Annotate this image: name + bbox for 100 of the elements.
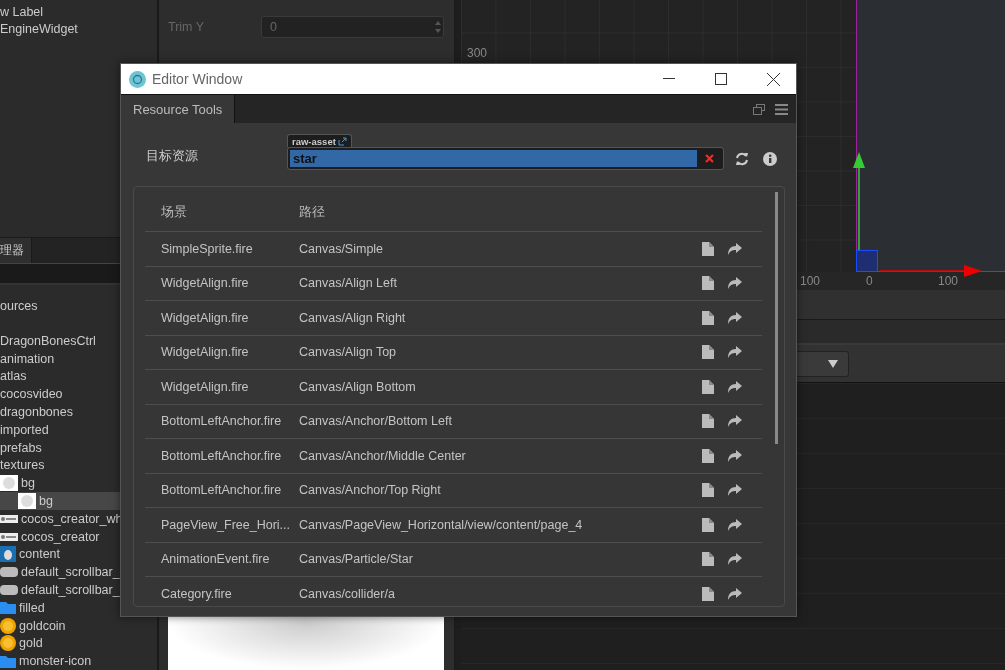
app-logo-icon <box>129 70 146 88</box>
asset-label: bg <box>39 493 53 508</box>
file-icon[interactable] <box>702 586 714 601</box>
asset-item[interactable]: goldcoin <box>0 616 157 635</box>
table-cell-text: Category.fire <box>161 586 233 601</box>
share-arrow-icon[interactable] <box>728 553 742 566</box>
field-label: 目标资源 <box>146 147 199 165</box>
asset-item[interactable]: content <box>0 545 157 564</box>
asset-label: bg <box>21 476 35 491</box>
coin-icon <box>0 617 16 634</box>
file-icon[interactable] <box>702 414 714 429</box>
asset-item[interactable]: bg <box>0 474 157 493</box>
table-cell-text: Canvas/Anchor/Top Right <box>299 483 442 498</box>
texture-thumbnail-icon <box>0 475 18 492</box>
x-axis-arrow[interactable] <box>880 264 982 278</box>
asset-label: imported <box>0 422 49 437</box>
table-cell-text: WidgetAlign.fire <box>161 345 250 360</box>
share-arrow-icon[interactable] <box>728 311 742 324</box>
scrollbar-thumbnail-icon <box>0 582 18 597</box>
minimize-icon[interactable] <box>663 78 675 80</box>
refresh-icon[interactable] <box>735 152 749 166</box>
table-cell-text: WidgetAlign.fire <box>161 310 250 325</box>
table-cell-text: Canvas/Align Right <box>299 310 407 325</box>
logo-thumbnail-icon <box>0 514 18 523</box>
asset-label: textures <box>0 458 45 473</box>
y-axis-arrow[interactable] <box>853 152 865 250</box>
asset-label: gold <box>19 636 43 651</box>
close-icon[interactable] <box>766 72 780 86</box>
info-icon[interactable] <box>763 152 777 166</box>
node-label[interactable]: w Label <box>0 4 157 21</box>
asset-item[interactable]: cocos_creator <box>0 527 157 546</box>
asset-label: monster-icon <box>19 654 92 669</box>
asset-label: content <box>19 547 60 562</box>
asset-label: animation <box>0 351 55 366</box>
panel-tab[interactable]: 理器 <box>0 238 32 264</box>
table-cell-text: Canvas/PageView_Horizontal/view/content/page_4 <box>299 517 584 532</box>
asset-label: ources <box>0 298 38 313</box>
table-cell-text: Canvas/Particle/Star <box>299 552 414 567</box>
share-arrow-icon[interactable] <box>728 518 742 531</box>
asset-label: cocos_creator <box>21 529 100 544</box>
file-icon[interactable] <box>702 310 714 325</box>
share-arrow-icon[interactable] <box>728 242 742 255</box>
share-arrow-icon[interactable] <box>728 277 742 290</box>
asset-label: filled <box>19 600 45 615</box>
table-cell-text: Canvas/Anchor/Bottom Left <box>299 414 453 429</box>
window-title: Editor Window <box>152 71 244 87</box>
image-thumbnail-icon <box>0 546 16 563</box>
file-icon[interactable] <box>702 517 714 532</box>
asset-item[interactable]: monster-icon <box>0 652 157 670</box>
table-cell-text: PageView_Free_Hori... <box>161 517 291 532</box>
share-arrow-icon[interactable] <box>728 346 742 359</box>
share-arrow-icon[interactable] <box>728 484 742 497</box>
table-cell-text: Canvas/Align Left <box>299 276 398 291</box>
asset-label: cocosvideo <box>0 387 63 402</box>
asset-type-tag[interactable]: raw-asset <box>287 134 352 147</box>
table-cell-text: BottomLeftAnchor.fire <box>161 483 283 498</box>
asset-item[interactable]: filled <box>0 598 157 617</box>
share-arrow-icon[interactable] <box>728 587 742 600</box>
asset-label: DragonBonesCtrl <box>0 333 96 348</box>
table-cell-text: AnimationEvent.fire <box>161 552 271 567</box>
table-cell-text: SimpleSprite.fire <box>161 241 254 256</box>
asset-item[interactable]: default_scrollbar_ <box>0 563 157 581</box>
asset-label: default_scrollbar_ <box>21 565 120 580</box>
asset-label: cocos_creator_wh <box>21 511 123 526</box>
asset-item[interactable]: gold <box>0 634 157 653</box>
ruler-label: 100 <box>938 274 959 288</box>
column-header: 场景 <box>161 203 188 221</box>
asset-label: dragonbones <box>0 404 73 419</box>
file-icon[interactable] <box>702 276 714 291</box>
ruler-label: 300 <box>467 46 488 60</box>
share-arrow-icon[interactable] <box>728 415 742 428</box>
asset-label: goldcoin <box>19 618 66 633</box>
folder-icon <box>0 601 16 615</box>
file-icon[interactable] <box>702 483 714 498</box>
file-icon[interactable] <box>702 379 714 394</box>
file-icon[interactable] <box>702 345 714 360</box>
share-arrow-icon[interactable] <box>728 449 742 462</box>
table-cell-text: WidgetAlign.fire <box>161 379 250 394</box>
panel-tab[interactable]: Resource Tools <box>121 95 236 123</box>
table-cell-text: Canvas/Anchor/Middle Center <box>299 448 467 463</box>
folder-icon <box>0 654 16 668</box>
scrollbar[interactable] <box>775 192 778 444</box>
asset-item[interactable]: cocos_creator_wh <box>0 509 157 528</box>
asset-label: default_scrollbar_ <box>21 582 120 597</box>
file-icon[interactable] <box>702 552 714 567</box>
table-cell-text: BottomLeftAnchor.fire <box>161 414 283 429</box>
table-cell-text: Canvas/Align Top <box>299 345 398 360</box>
node-label[interactable]: EngineWidget <box>0 21 157 38</box>
share-arrow-icon[interactable] <box>728 380 742 393</box>
table-cell-text: Canvas/Simple <box>299 241 385 256</box>
table-cell-text: Canvas/collider/a <box>299 586 396 601</box>
table-cell-text: BottomLeftAnchor.fire <box>161 448 283 463</box>
ruler-label: 100 <box>800 274 821 288</box>
ruler-label: 0 <box>866 274 873 288</box>
file-icon[interactable] <box>702 448 714 463</box>
external-link-icon[interactable] <box>337 136 347 146</box>
maximize-icon[interactable] <box>715 73 727 85</box>
file-icon[interactable] <box>702 241 714 256</box>
table-cell-text: Canvas/Align Bottom <box>299 379 417 394</box>
asset-item[interactable]: default_scrollbar_ <box>0 581 157 599</box>
